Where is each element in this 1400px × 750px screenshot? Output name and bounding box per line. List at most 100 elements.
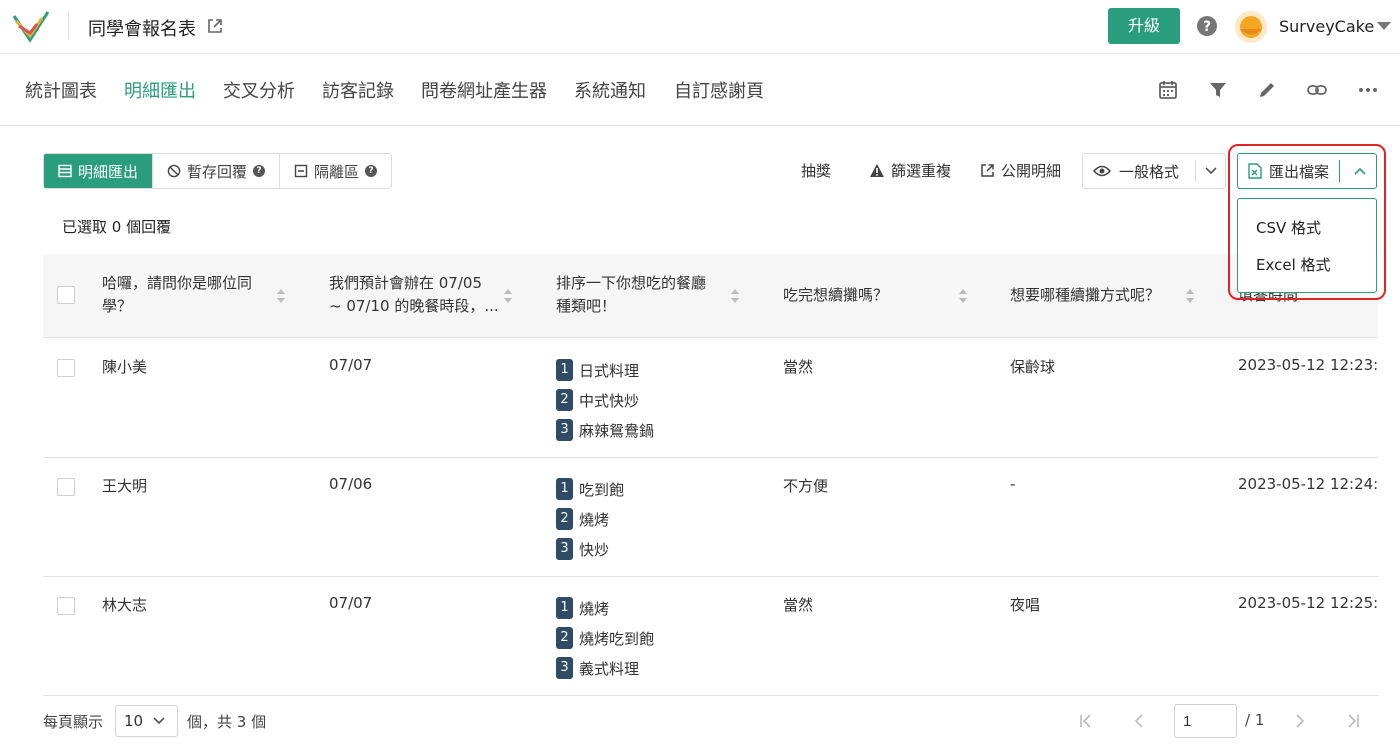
page-size-select[interactable]: 10 [115, 705, 178, 737]
more-icon[interactable] [1357, 79, 1379, 101]
column-header[interactable]: 吃完想續攤嗎？ [783, 284, 888, 307]
row-checkbox[interactable] [57, 597, 75, 615]
rank-label: 義式料理 [579, 659, 640, 678]
last-page-icon[interactable] [1344, 712, 1362, 730]
sort-icon[interactable] [1185, 288, 1195, 304]
tab-thank-you-page[interactable]: 自訂感謝頁 [674, 77, 764, 103]
column-header-line: 我們預計會辦在 07/05 [329, 274, 482, 292]
info-icon[interactable]: ? [365, 165, 378, 177]
public-detail-button[interactable]: 公開明細 [980, 160, 1061, 181]
segment-draft-replies[interactable]: 暫存回覆 ? [153, 154, 281, 188]
app-header: 同學會報名表 升級 ? SurveyCake [0, 0, 1400, 54]
sort-icon[interactable] [958, 288, 968, 304]
cell-name: 陳小美 [102, 358, 148, 376]
rank-badge: 3 [556, 419, 573, 441]
dedupe-filter-button[interactable]: 篩選重複 [869, 160, 951, 181]
export-csv-option[interactable]: CSV 格式 [1256, 217, 1321, 238]
public-detail-label: 公開明細 [1001, 162, 1062, 180]
first-page-icon[interactable] [1077, 712, 1095, 730]
svg-text:?: ? [1203, 19, 1211, 35]
table-row: 王大明 07/06 1 吃到飽 2 燒烤 3 快炒 不方便 - 2023-05-12 … [43, 458, 1378, 577]
cell-style: - [1010, 475, 1016, 493]
table-row: 林大志 07/07 1 燒烤 2 燒烤吃到飽 3 義式料理 當然 夜唱 2023-05… [43, 577, 1378, 696]
export-dropdown-menu: CSV 格式 Excel 格式 [1237, 198, 1377, 293]
warning-icon [870, 164, 884, 177]
column-header-line: 種類吧！ [556, 297, 617, 315]
cell-continue: 不方便 [783, 477, 829, 495]
calendar-icon[interactable] [1157, 79, 1179, 101]
selected-count: 已選取 0 個回覆 [62, 218, 172, 236]
survey-title[interactable]: 同學會報名表 [88, 15, 196, 41]
help-icon[interactable]: ? [1196, 15, 1218, 37]
upgrade-button[interactable]: 升級 [1108, 8, 1180, 44]
file-excel-icon [1248, 163, 1262, 179]
segment-quarantine[interactable]: 隔離區 ? [280, 154, 392, 188]
sort-icon[interactable] [503, 288, 513, 304]
account-caret-down-icon[interactable] [1377, 22, 1391, 30]
view-segment-group: 明細匯出 暫存回覆 ? 隔離區 ? [43, 153, 393, 189]
tab-url-generator[interactable]: 問卷網址產生器 [421, 77, 547, 103]
rank-item: 1 燒烤 [556, 593, 654, 623]
rank-item: 3 義式料理 [556, 653, 654, 683]
page-number-input[interactable] [1174, 704, 1237, 738]
row-checkbox[interactable] [57, 359, 75, 377]
tab-detail-export[interactable]: 明細匯出 [124, 77, 196, 103]
link-icon[interactable] [1306, 79, 1328, 101]
info-icon[interactable]: ? [253, 165, 266, 177]
column-header-line: 排序一下你想吃的餐廳 [556, 274, 707, 292]
rank-label: 燒烤吃到飽 [579, 629, 655, 648]
cell-date: 07/07 [329, 594, 373, 612]
column-header[interactable]: 想要哪種續攤方式呢？ [1010, 284, 1160, 307]
tab-visitor-log[interactable]: 訪客記錄 [322, 77, 394, 103]
segment-detail-export[interactable]: 明細匯出 [44, 154, 154, 188]
column-header[interactable]: 我們預計會辦在 07/05 ~ 07/10 的晚餐時段，... [329, 272, 499, 318]
table-header: 哈囉，請問你是哪位同 學？ 我們預計會辦在 07/05 ~ 07/10 的晚餐時… [43, 254, 1378, 338]
filter-icon[interactable] [1207, 79, 1229, 101]
column-header-line: 學？ [102, 297, 133, 315]
column-header-line: 哈囉，請問你是哪位同 [102, 274, 253, 292]
segment-detail-export-label: 明細匯出 [78, 162, 139, 181]
tab-notifications[interactable]: 系統通知 [574, 77, 646, 103]
external-link-icon[interactable] [206, 17, 224, 35]
rank-badge: 2 [556, 508, 573, 530]
cell-name: 林大志 [102, 596, 148, 614]
surveycake-logo[interactable] [12, 10, 50, 44]
tab-statistics[interactable]: 統計圖表 [25, 77, 97, 103]
select-all-checkbox[interactable] [57, 286, 75, 304]
avatar[interactable] [1234, 10, 1268, 44]
ban-icon [167, 164, 181, 178]
next-page-icon[interactable] [1290, 712, 1308, 730]
rank-item: 3 麻辣鴛鴦鍋 [556, 415, 654, 445]
tab-cross-analysis[interactable]: 交叉分析 [223, 77, 295, 103]
rank-badge: 2 [556, 627, 573, 649]
segment-quarantine-label: 隔離區 [314, 162, 360, 181]
dedupe-filter-label: 篩選重複 [891, 162, 952, 180]
cell-continue: 當然 [783, 596, 814, 614]
account-name[interactable]: SurveyCake [1279, 17, 1374, 36]
export-excel-option[interactable]: Excel 格式 [1256, 254, 1331, 275]
export-file-button[interactable]: 匯出檔案 [1237, 153, 1377, 189]
prev-page-icon[interactable] [1131, 712, 1149, 730]
table-icon [58, 164, 72, 178]
row-checkbox[interactable] [57, 478, 75, 496]
cell-date: 07/06 [329, 475, 373, 493]
cell-name: 王大明 [102, 477, 148, 495]
sort-icon[interactable] [276, 288, 286, 304]
column-header[interactable]: 哈囉，請問你是哪位同 學？ [102, 272, 252, 318]
lottery-button[interactable]: 抽獎 [801, 160, 831, 181]
column-header-line: 想要哪種續攤方式呢？ [1010, 286, 1161, 304]
cell-style: 夜唱 [1010, 596, 1041, 614]
format-select[interactable]: 一般格式 [1082, 153, 1226, 189]
rank-badge: 1 [556, 597, 573, 619]
export-file-label: 匯出檔案 [1269, 162, 1330, 181]
sort-icon[interactable] [730, 288, 740, 304]
format-select-label: 一般格式 [1119, 162, 1180, 181]
total-pages: / 1 [1245, 711, 1265, 729]
pencil-icon[interactable] [1256, 79, 1278, 101]
rank-label: 中式快炒 [579, 391, 640, 410]
column-header[interactable]: 排序一下你想吃的餐廳 種類吧！ [556, 272, 706, 318]
cell-time: 2023-05-12 12:24:04 [1238, 475, 1378, 493]
rank-badge: 3 [556, 657, 573, 679]
column-header-line: 吃完想續攤嗎？ [783, 286, 889, 304]
eye-icon [1093, 165, 1111, 177]
